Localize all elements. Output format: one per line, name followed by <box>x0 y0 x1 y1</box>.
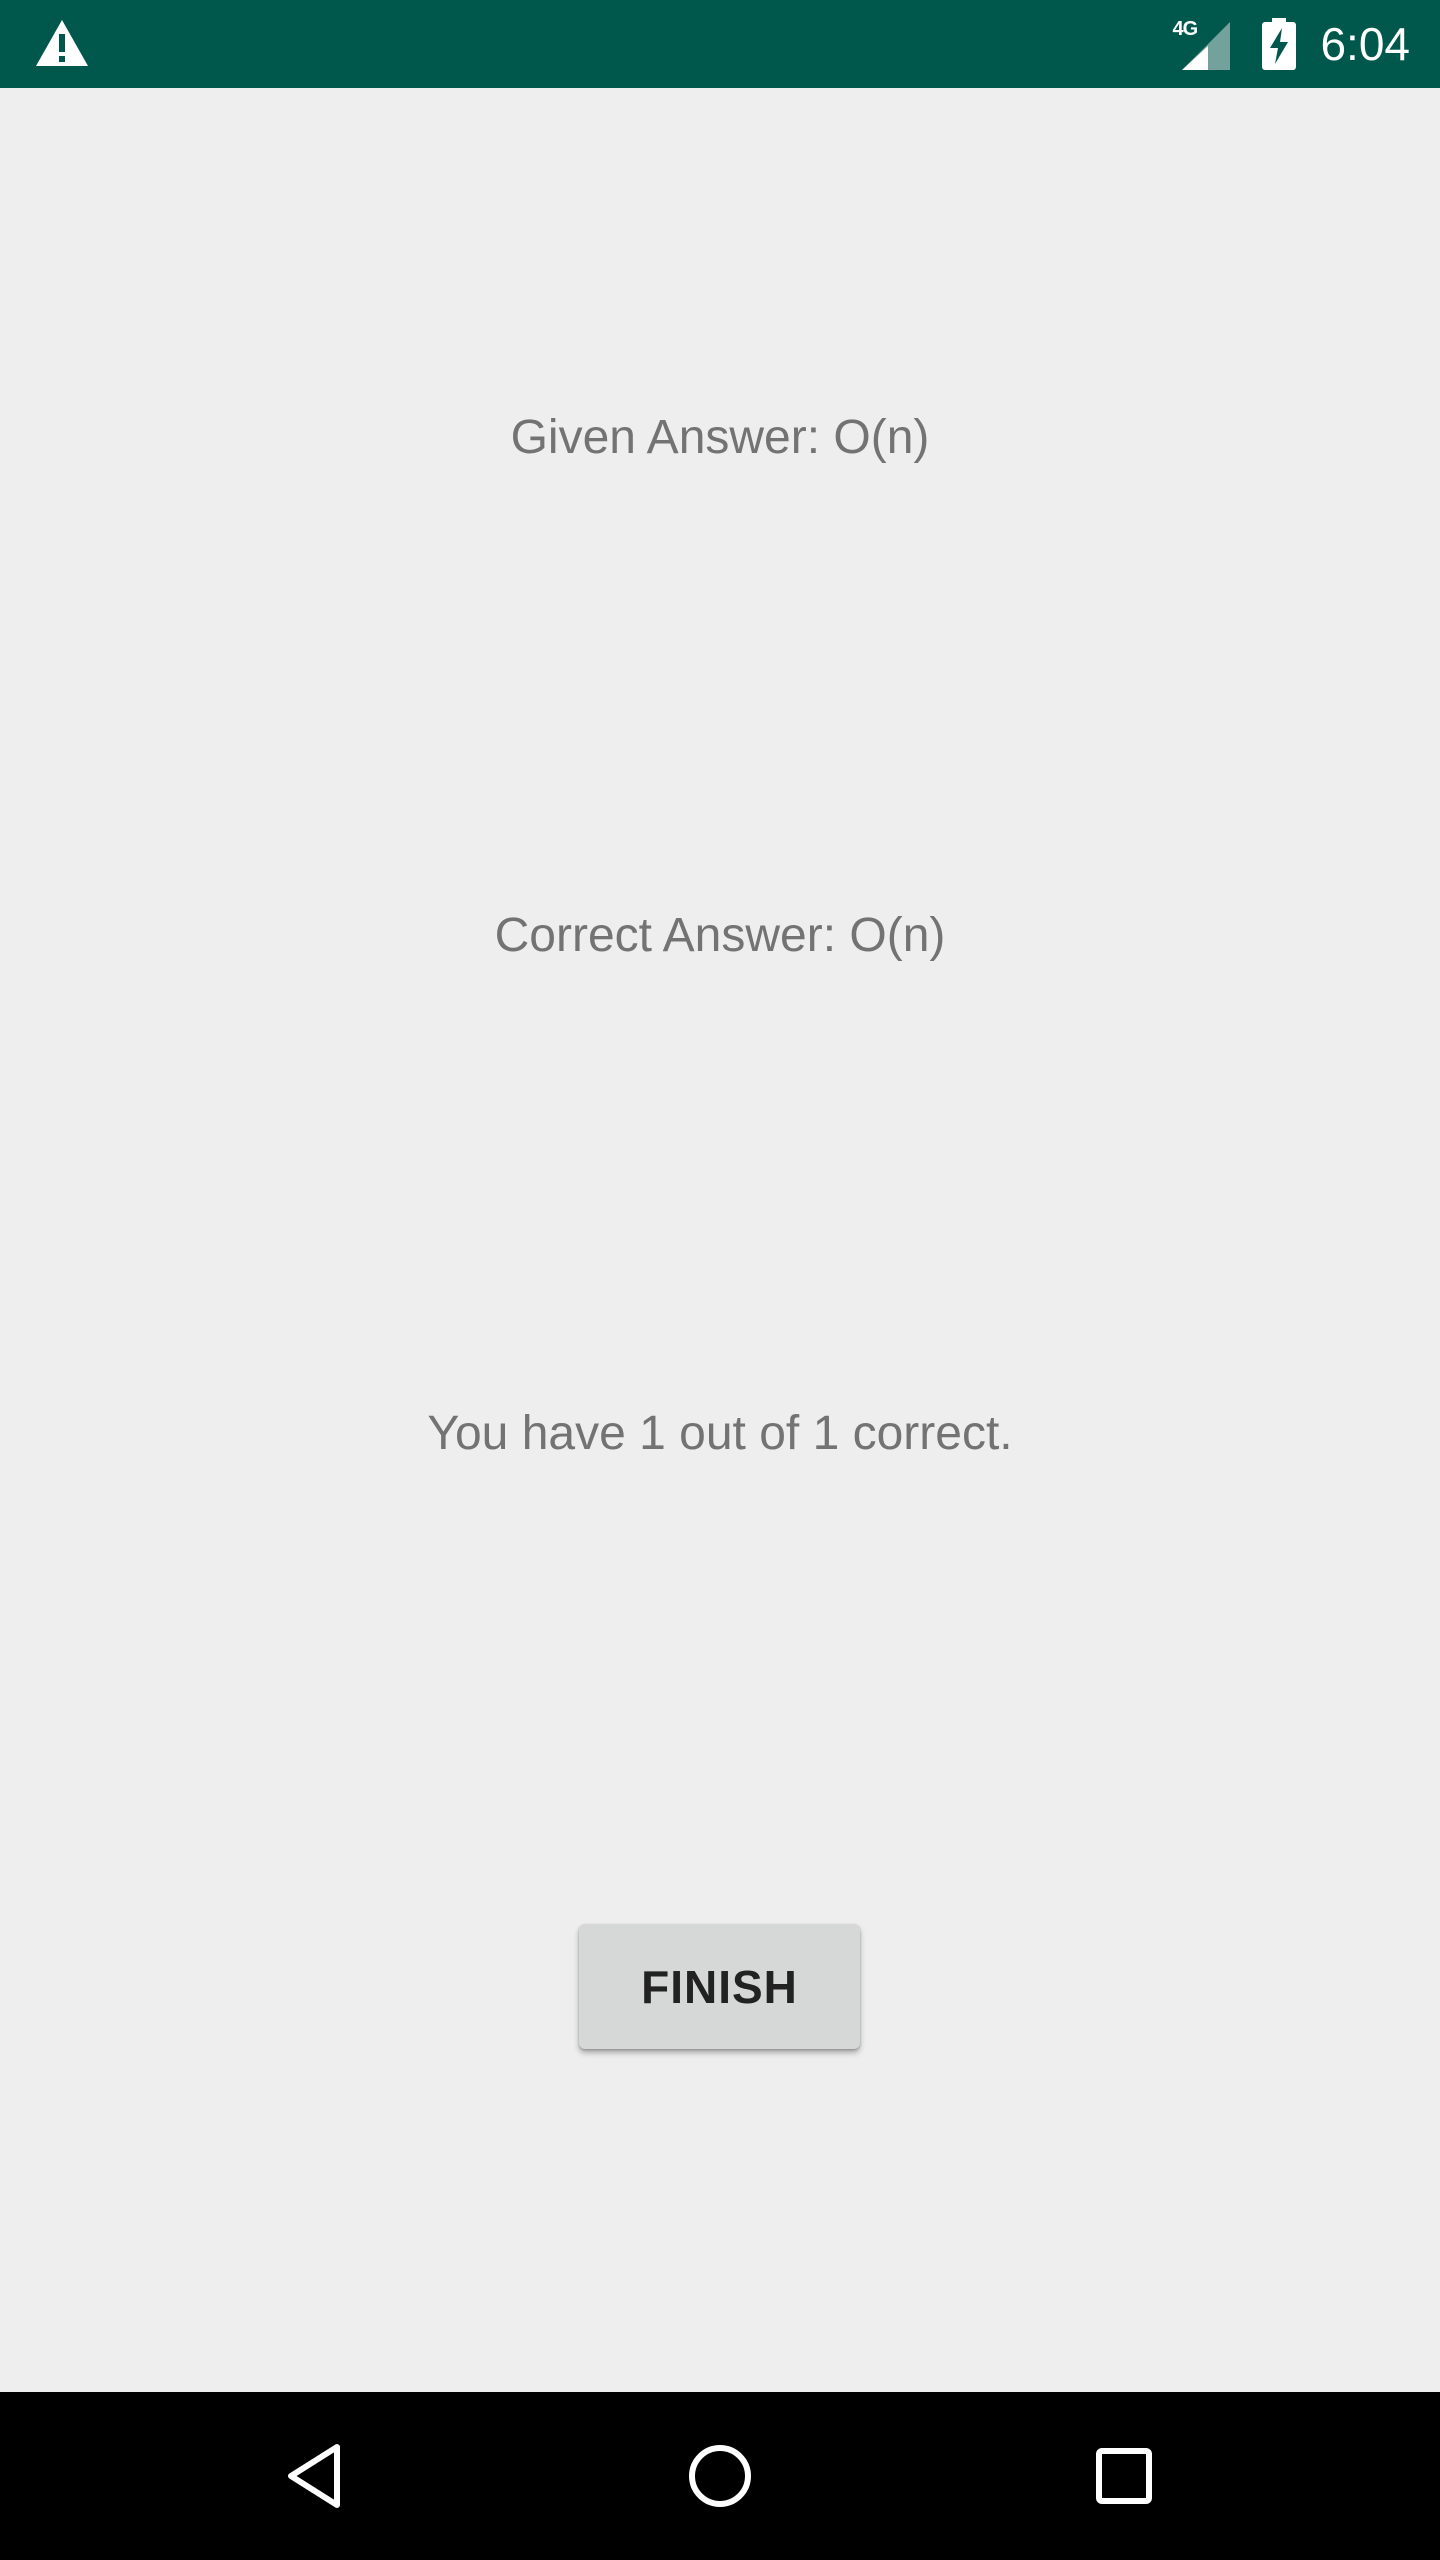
recents-button[interactable] <box>1074 2426 1174 2526</box>
score-summary-text: You have 1 out of 1 correct. <box>427 1407 1013 1460</box>
given-answer-text: Given Answer: O(n) <box>510 411 930 464</box>
warning-icon <box>36 20 88 66</box>
clock: 6:04 <box>1320 18 1410 70</box>
back-button[interactable] <box>266 2426 366 2526</box>
home-button[interactable] <box>670 2426 770 2526</box>
battery-charging-icon <box>1262 18 1297 70</box>
status-bar: 4G 6:04 <box>0 0 1440 88</box>
back-icon <box>288 2444 340 2508</box>
status-icons: 4G 6:04 <box>1172 0 1410 88</box>
home-icon <box>689 2445 751 2507</box>
finish-button[interactable]: FINISH <box>579 1924 860 2049</box>
correct-answer-text: Correct Answer: O(n) <box>494 909 946 962</box>
results-screen: Given Answer: O(n) Correct Answer: O(n) … <box>0 88 1440 2392</box>
recents-icon <box>1096 2448 1152 2504</box>
signal-4g-icon: 4G <box>1172 16 1234 72</box>
navigation-bar <box>0 2392 1440 2560</box>
